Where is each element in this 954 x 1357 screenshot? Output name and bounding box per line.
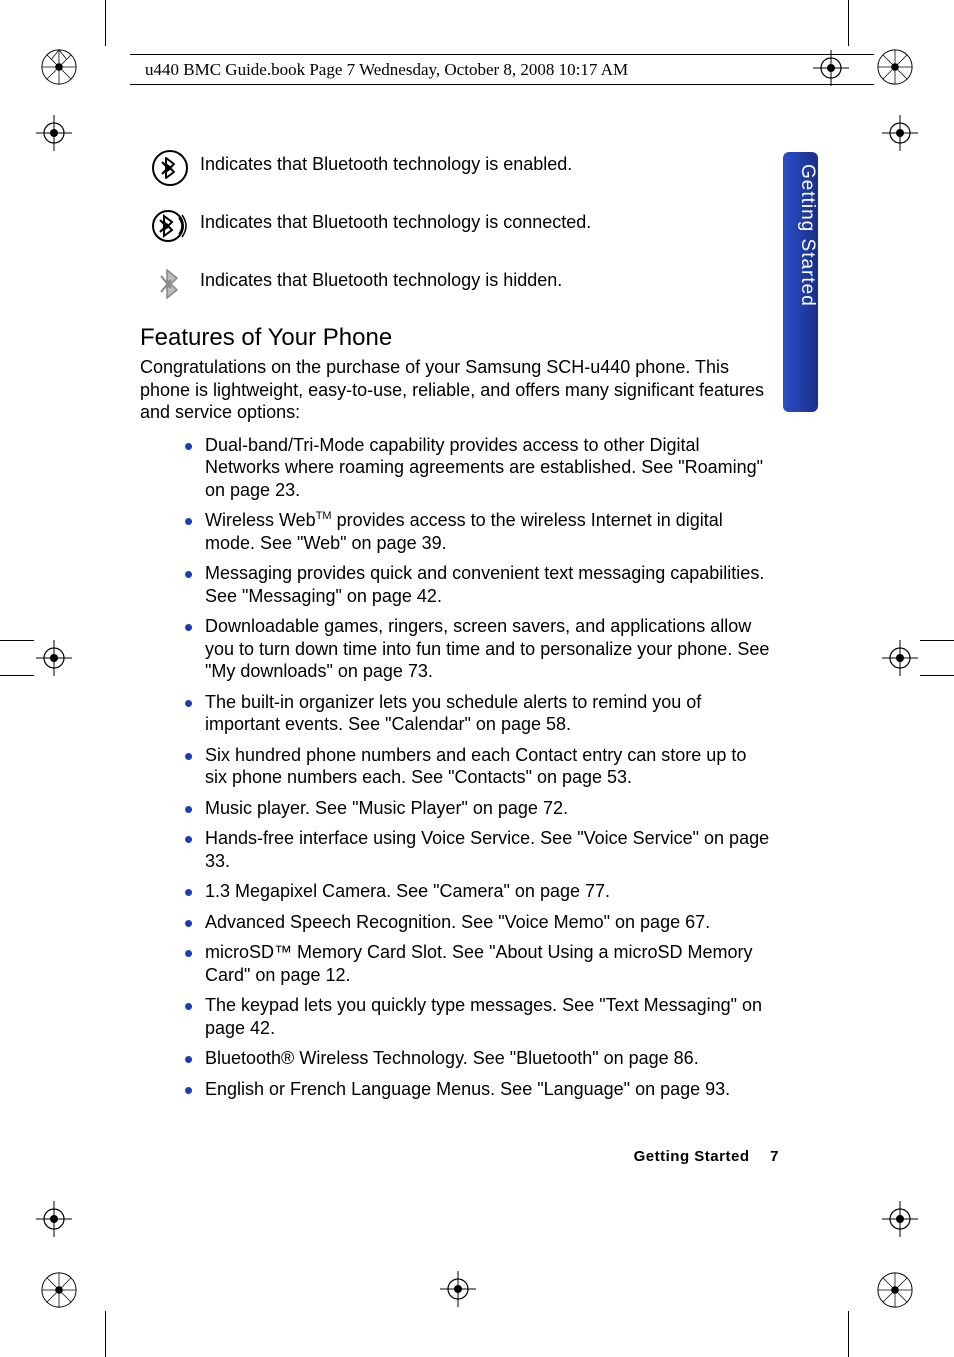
list-item: Bluetooth® Wireless Technology. See "Blu…: [190, 1047, 770, 1070]
indicator-row: Indicates that Bluetooth technology is e…: [140, 150, 770, 186]
indicator-row: Indicates that Bluetooth technology is h…: [140, 266, 770, 302]
crop-line: [920, 675, 954, 676]
section-heading: Features of Your Phone: [140, 324, 770, 352]
bluetooth-enabled-icon: [140, 150, 200, 186]
feature-text: The keypad lets you quickly type message…: [205, 995, 762, 1038]
page-header-text: u440 BMC Guide.book Page 7 Wednesday, Oc…: [145, 60, 628, 80]
crosshair-icon: [882, 1201, 918, 1237]
registration-mark-icon: [876, 48, 914, 86]
registration-mark-icon: [876, 1271, 914, 1309]
crop-line: [105, 0, 106, 46]
crop-line: [105, 1311, 106, 1357]
list-item: English or French Language Menus. See "L…: [190, 1078, 770, 1101]
indicator-text: Indicates that Bluetooth technology is c…: [200, 208, 591, 233]
bluetooth-hidden-icon: [140, 266, 200, 302]
list-item: Downloadable games, ringers, screen save…: [190, 615, 770, 683]
feature-text: 1.3 Megapixel Camera. See "Camera" on pa…: [205, 881, 610, 901]
section-tab-label: Getting Started: [783, 164, 818, 307]
feature-text: Six hundred phone numbers and each Conta…: [205, 745, 746, 788]
list-item: Music player. See "Music Player" on page…: [190, 797, 770, 820]
crop-line: [0, 640, 34, 641]
feature-text: microSD™ Memory Card Slot. See "About Us…: [205, 942, 753, 985]
list-item: Dual-band/Tri-Mode capability provides a…: [190, 434, 770, 502]
crosshair-icon: [882, 640, 918, 676]
crop-line: [848, 1311, 849, 1357]
feature-text: English or French Language Menus. See "L…: [205, 1079, 730, 1099]
feature-text: Music player. See "Music Player" on page…: [205, 798, 568, 818]
list-item: 1.3 Megapixel Camera. See "Camera" on pa…: [190, 880, 770, 903]
feature-text: Downloadable games, ringers, screen save…: [205, 616, 769, 681]
feature-text: Messaging provides quick and convenient …: [205, 563, 764, 606]
crosshair-icon: [440, 1271, 476, 1307]
indicator-text: Indicates that Bluetooth technology is h…: [200, 266, 562, 291]
list-item: Wireless WebTM provides access to the wi…: [190, 509, 770, 554]
feature-text: Dual-band/Tri-Mode capability provides a…: [205, 435, 763, 500]
list-item: Six hundred phone numbers and each Conta…: [190, 744, 770, 789]
list-item: microSD™ Memory Card Slot. See "About Us…: [190, 941, 770, 986]
list-item: The keypad lets you quickly type message…: [190, 994, 770, 1039]
indicator-row: Indicates that Bluetooth technology is c…: [140, 208, 770, 244]
registration-mark-icon: [40, 48, 78, 86]
crosshair-icon: [36, 640, 72, 676]
crosshair-icon: [813, 50, 849, 86]
feature-list: Dual-band/Tri-Mode capability provides a…: [140, 434, 770, 1101]
list-item: Advanced Speech Recognition. See "Voice …: [190, 911, 770, 934]
page-content: Indicates that Bluetooth technology is e…: [140, 150, 770, 1108]
section-tab: Getting Started: [783, 152, 818, 412]
footer-section: Getting Started: [634, 1148, 750, 1165]
intro-paragraph: Congratulations on the purchase of your …: [140, 356, 770, 424]
header-rule-top: [130, 54, 874, 55]
list-item: Messaging provides quick and convenient …: [190, 562, 770, 607]
crop-line: [920, 640, 954, 641]
crosshair-icon: [36, 115, 72, 151]
bluetooth-connected-icon: [140, 208, 200, 244]
crosshair-icon: [882, 115, 918, 151]
crosshair-icon: [36, 1201, 72, 1237]
page-footer: Getting Started 7: [634, 1148, 779, 1165]
registration-mark-icon: [40, 1271, 78, 1309]
list-item: Hands-free interface using Voice Service…: [190, 827, 770, 872]
feature-text: Bluetooth® Wireless Technology. See "Blu…: [205, 1048, 699, 1068]
crop-line: [0, 675, 34, 676]
feature-text: Advanced Speech Recognition. See "Voice …: [205, 912, 710, 932]
feature-text: The built-in organizer lets you schedule…: [205, 692, 701, 735]
header-rule-bottom: [130, 84, 874, 85]
list-item: The built-in organizer lets you schedule…: [190, 691, 770, 736]
crop-line: [848, 0, 849, 46]
feature-text: Hands-free interface using Voice Service…: [205, 828, 769, 871]
footer-page-number: 7: [770, 1148, 779, 1165]
indicator-text: Indicates that Bluetooth technology is e…: [200, 150, 572, 175]
feature-text: Wireless WebTM provides access to the wi…: [205, 510, 723, 553]
